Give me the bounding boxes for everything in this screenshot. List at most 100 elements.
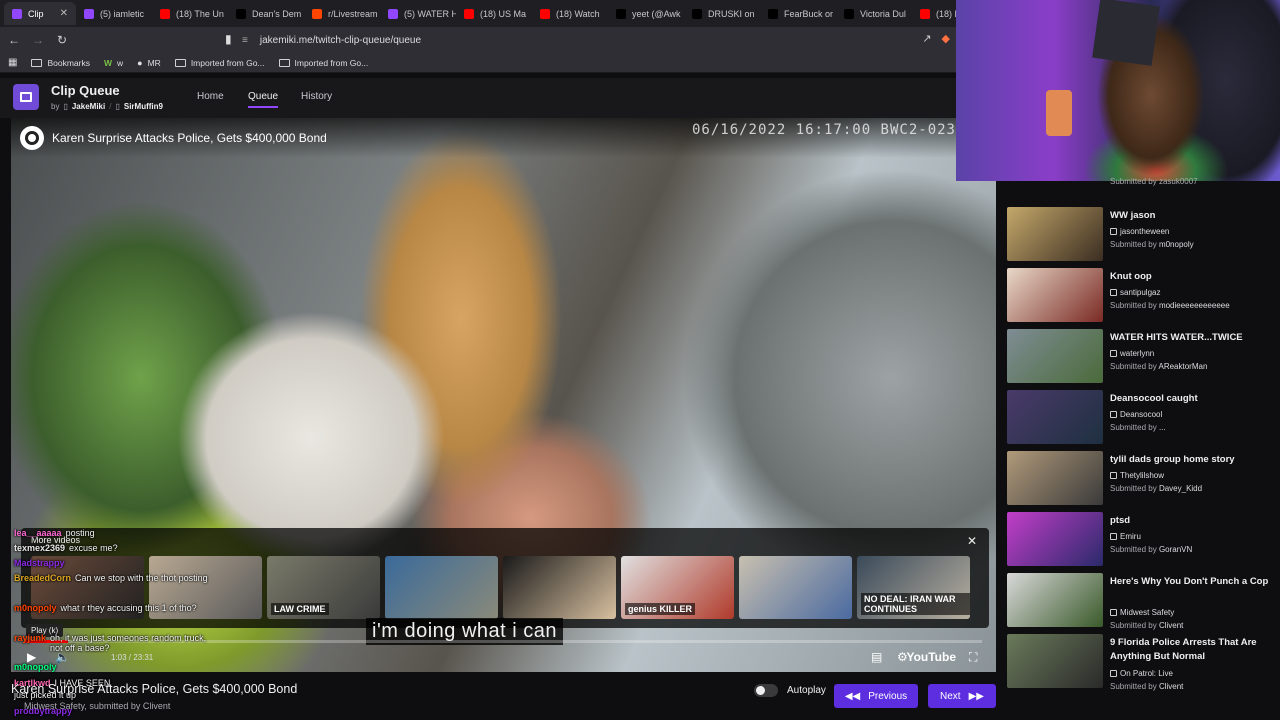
- extension-icon[interactable]: ◆: [942, 32, 950, 45]
- browser-tab[interactable]: Victoria Dul: [836, 2, 912, 25]
- chat-username[interactable]: rayjunk: [14, 633, 46, 643]
- bookmark-imported-2[interactable]: Imported from Go...: [278, 58, 368, 68]
- autoplay-toggle[interactable]: Autoplay: [754, 684, 826, 697]
- nav-home[interactable]: Home: [197, 91, 224, 102]
- author-sirmuffin[interactable]: SirMuffin9: [124, 102, 163, 111]
- tab-favicon-icon: [388, 8, 398, 19]
- author-jakemiki[interactable]: JakeMiki: [72, 102, 105, 111]
- app-header: Clip Queue by ▯ JakeMiki / ▯ SirMuffin9 …: [0, 78, 960, 118]
- more-video-thumbnail[interactable]: LAW CRIME: [267, 556, 380, 619]
- queue-item-channel: Emiru: [1110, 530, 1192, 543]
- next-button[interactable]: Next ▶▶: [928, 684, 996, 708]
- tab-favicon-icon: [768, 8, 778, 19]
- queue-item-channel: On Patrol: Live: [1110, 667, 1183, 680]
- nav-queue[interactable]: Queue: [248, 91, 279, 108]
- current-submitter[interactable]: Clivent: [143, 701, 171, 711]
- queue-item[interactable]: 9 Florida Police Arrests That Are Anythi…: [1007, 634, 1277, 693]
- queue-item-meta: jasontheween Submitted by m0nopoly: [1007, 225, 1194, 251]
- browser-tab[interactable]: yeet (@Awk: [608, 2, 684, 25]
- video-title[interactable]: Karen Surprise Attacks Police, Gets $400…: [52, 131, 327, 145]
- browser-tab[interactable]: (18) Watch: [532, 2, 608, 25]
- queue-item-title[interactable]: tylil dads group home story: [1110, 453, 1275, 467]
- bookmark-bookmarks[interactable]: Bookmarks: [31, 58, 90, 68]
- video-player[interactable]: Karen Surprise Attacks Police, Gets $400…: [11, 118, 996, 672]
- browser-tab[interactable]: r/Livestream: [304, 2, 380, 25]
- browser-tab[interactable]: DRUSKI on: [684, 2, 760, 25]
- queue-item-title[interactable]: Knut oop: [1110, 270, 1275, 284]
- w-logo-icon: W: [103, 57, 112, 68]
- chat-message: m0nopoly what r they accusing this 1 of t…: [14, 603, 197, 613]
- browser-tab[interactable]: (5) iamletic: [76, 2, 152, 25]
- tab-favicon-icon: [616, 8, 626, 19]
- browser-tab[interactable]: (18) US Ma: [456, 2, 532, 25]
- next-icon: ▶▶: [968, 690, 984, 702]
- chat-username[interactable]: Madstrappy: [14, 558, 65, 568]
- bookmark-icon[interactable]: ▮: [225, 32, 232, 46]
- queue-item[interactable]: ptsd Emiru Submitted by GoranVN: [1007, 512, 1277, 568]
- folder-icon: [278, 58, 290, 67]
- queue-item[interactable]: Here's Why You Don't Punch a Cop Midwest …: [1007, 573, 1277, 630]
- chat-username[interactable]: lea__aaaaa: [14, 528, 62, 538]
- chat-message: rayjunk oh, it was just someones random t…: [14, 633, 210, 653]
- queue-item[interactable]: WATER HITS WATER...TWICE waterlynn Submitt…: [1007, 329, 1277, 385]
- queue-item-meta: On Patrol: Live Submitted by Clivent: [1007, 667, 1183, 693]
- youtube-icon: [1110, 609, 1117, 616]
- site-info-icon[interactable]: ≡: [242, 35, 248, 46]
- queue-item-submitter: Submitted by Clivent: [1110, 682, 1184, 691]
- url-field[interactable]: ≡ jakemiki.me/twitch-clip-queue/queue: [242, 30, 952, 50]
- queue-item[interactable]: Deansocool caught Deansocool Submitted by …: [1007, 390, 1277, 446]
- queue-item[interactable]: tylil dads group home story Thetylilshow S…: [1007, 451, 1277, 507]
- youtube-logo[interactable]: YouTube: [906, 650, 956, 664]
- queue-item-meta: Thetylilshow Submitted by Davey_Kidd: [1007, 469, 1202, 495]
- close-icon[interactable]: ✕: [967, 534, 977, 548]
- more-video-thumbnail[interactable]: [503, 556, 616, 619]
- current-clip-meta: Midwest Safety, submitted by Clivent: [24, 701, 171, 711]
- queue-item-title[interactable]: ptsd: [1110, 514, 1275, 528]
- more-video-thumbnail[interactable]: NO DEAL: IRAN WAR CONTINUES: [857, 556, 970, 619]
- tab-label: FearBuck or: [784, 8, 834, 19]
- bodycam-timestamp: 06/16/2022 16:17:00 BWC2-023: [691, 122, 956, 138]
- share-icon[interactable]: ↗: [922, 32, 931, 45]
- fullscreen-icon[interactable]: ⛶: [969, 650, 977, 665]
- bookmark-w[interactable]: Ww: [104, 58, 123, 68]
- channel-avatar[interactable]: [20, 126, 44, 150]
- queue-item-title[interactable]: Here's Why You Don't Punch a Cop: [1110, 575, 1275, 589]
- chat-username[interactable]: m0nopoly: [14, 662, 57, 672]
- queue-item[interactable]: Knut oop santipulgaz Submitted by modieeee…: [1007, 268, 1277, 324]
- more-video-thumbnail[interactable]: [739, 556, 852, 619]
- more-video-thumbnail[interactable]: genius KILLER: [621, 556, 734, 619]
- bookmark-imported-1[interactable]: Imported from Go...: [174, 58, 265, 68]
- nav-history[interactable]: History: [301, 91, 332, 102]
- chat-username[interactable]: BreadedCorn: [14, 573, 71, 583]
- youtube-icon: [1110, 350, 1117, 357]
- bookmark-mr[interactable]: ● MR: [137, 58, 161, 68]
- forward-icon[interactable]: →: [28, 33, 48, 47]
- queue-item-title[interactable]: Deansocool caught: [1110, 392, 1275, 406]
- browser-tab[interactable]: FearBuck or: [760, 2, 836, 25]
- captions-icon[interactable]: ▤: [871, 650, 882, 664]
- queue-item[interactable]: WW jason jasontheween Submitted by m0nopol…: [1007, 207, 1277, 263]
- chat-username[interactable]: m0nopoly: [14, 603, 57, 613]
- queue-item-title[interactable]: WATER HITS WATER...TWICE: [1110, 331, 1275, 345]
- queue-item-meta: Deansocool Submitted by ...: [1007, 408, 1166, 434]
- more-video-thumbnail[interactable]: [385, 556, 498, 619]
- browser-tab[interactable]: (5) WATER H: [380, 2, 456, 25]
- queue-item-title[interactable]: WW jason: [1110, 209, 1275, 223]
- queue-item-submitter: Submitted by Clivent: [1110, 621, 1184, 630]
- browser-tab[interactable]: (18) The Un: [152, 2, 228, 25]
- browser-tab[interactable]: Dean's Dem: [228, 2, 304, 25]
- reload-icon[interactable]: ↻: [52, 33, 72, 47]
- chat-text: excuse me?: [69, 543, 118, 553]
- back-icon[interactable]: ←: [4, 33, 24, 47]
- chat-username[interactable]: texmex2369: [14, 543, 65, 553]
- queue-item-title[interactable]: 9 Florida Police Arrests That Are Anythi…: [1110, 636, 1275, 664]
- browser-tab[interactable]: Clip ✕: [4, 2, 76, 25]
- apps-grid-icon[interactable]: ▦: [8, 57, 17, 68]
- clip-queue-logo-icon[interactable]: [13, 84, 39, 110]
- tab-close-icon[interactable]: ✕: [60, 8, 68, 19]
- current-channel[interactable]: Midwest Safety: [24, 701, 84, 711]
- queue-item-meta: Emiru Submitted by GoranVN: [1007, 530, 1192, 556]
- chat-message: Madstrappy: [14, 558, 69, 568]
- previous-button[interactable]: ◀◀ Previous: [834, 684, 918, 708]
- autoplay-switch[interactable]: [754, 684, 778, 697]
